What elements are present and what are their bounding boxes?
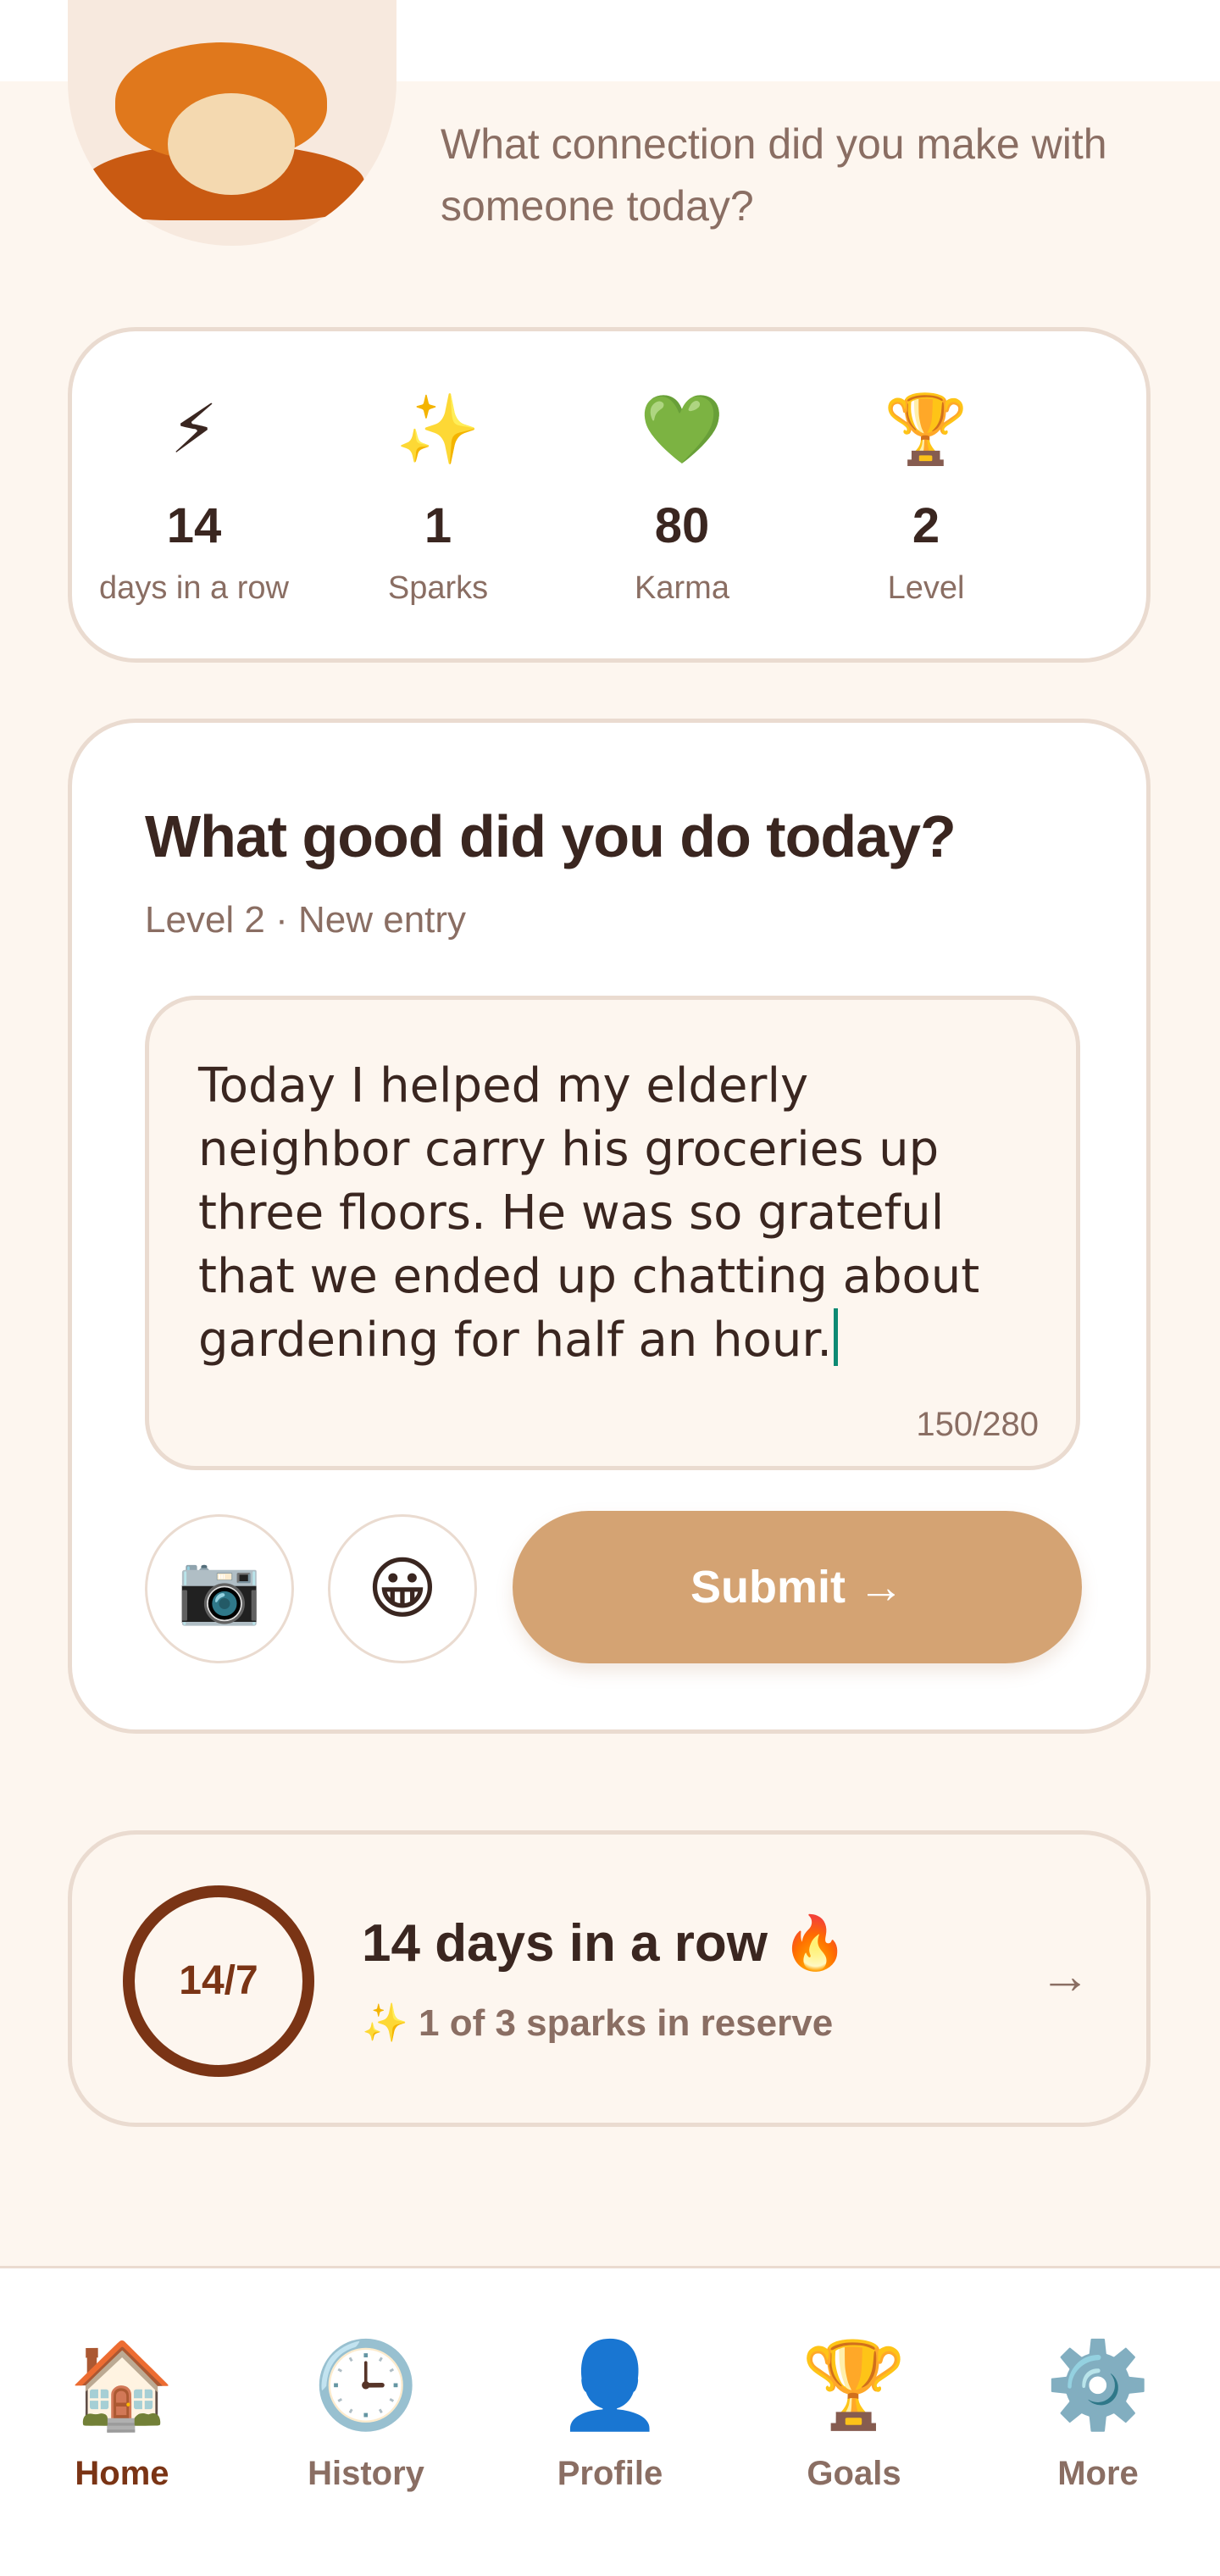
greeting-prompt: What connection did you make with someon… — [441, 120, 1107, 230]
nav-label: History — [308, 2455, 424, 2492]
nav-home[interactable]: 🏠 Home — [0, 2336, 244, 2506]
wifi-icon — [1023, 22, 1078, 59]
stat-label: days in a row — [99, 570, 289, 606]
battery-icon — [1098, 19, 1123, 61]
house-icon: 🏠 — [69, 2338, 175, 2433]
person-icon: 👤 — [557, 2338, 663, 2433]
streak-progress-ring: 14/7 — [123, 1885, 314, 2077]
streak-title: 14 days in a row 🔥 — [362, 1914, 848, 1973]
sparkles-icon: ✨ — [396, 391, 480, 467]
streak-subtitle: ✨ 1 of 3 sparks in reserve — [362, 2002, 834, 2044]
character-counter: 150/280 — [916, 1406, 1039, 1443]
stat-label: Level — [887, 570, 965, 606]
entry-text-value: Today I helped my elderly neighbor carry… — [198, 1058, 980, 1368]
entry-card: What good did you do today? Level 2 · Ne… — [68, 719, 1151, 1734]
stats-card: ⚡ 14 days in a row ✨ 1 Sparks 💚 80 Karma… — [68, 327, 1151, 663]
emoji-button[interactable]: 😀 — [328, 1514, 477, 1663]
lightning-icon: ⚡ — [169, 391, 219, 467]
stat-label: Sparks — [387, 570, 489, 606]
entry-text-content[interactable]: Today I helped my elderly neighbor carry… — [198, 1054, 1029, 1372]
stat-value: 14 — [166, 498, 222, 553]
stat-streak: ⚡ 14 days in a row — [72, 331, 316, 662]
streak-card[interactable]: 14/7 14 days in a row 🔥 ✨ 1 of 3 sparks … — [68, 1830, 1151, 2127]
camera-icon: 📷 — [177, 1551, 262, 1626]
nav-history[interactable]: 🕒 History — [244, 2336, 488, 2506]
stat-level: 🏆 2 Level — [804, 331, 1048, 662]
gear-icon: ⚙️ — [1045, 2338, 1151, 2433]
arrow-right-icon[interactable]: → — [1040, 1946, 1090, 2005]
mascot-avatar — [68, 0, 396, 246]
entry-subtitle: Level 2 · New entry — [145, 899, 467, 941]
green-heart-icon: 💚 — [640, 391, 724, 467]
stat-sparks: ✨ 1 Sparks — [316, 331, 560, 662]
nav-profile[interactable]: 👤 Profile — [488, 2336, 732, 2506]
stat-value: 1 — [424, 498, 452, 553]
nav-label: Profile — [557, 2455, 663, 2492]
entry-title: What good did you do today? — [145, 803, 957, 869]
stat-karma: 💚 80 Karma — [560, 331, 804, 662]
text-caret — [834, 1308, 839, 1366]
submit-button[interactable]: Submit → — [513, 1511, 1082, 1663]
mascot-belly — [168, 93, 295, 195]
stat-value: 80 — [654, 498, 710, 553]
camera-button[interactable]: 📷 — [145, 1514, 294, 1663]
nav-label: Goals — [807, 2455, 901, 2492]
nav-label: Home — [75, 2455, 169, 2492]
trophy-icon: 🏆 — [884, 391, 968, 467]
nav-goals[interactable]: 🏆 Goals — [732, 2336, 976, 2506]
entry-text-input[interactable]: Today I helped my elderly neighbor carry… — [145, 996, 1080, 1470]
stat-label: Karma — [635, 570, 729, 606]
bottom-navigation: 🏠 Home 🕒 History 👤 Profile 🏆 Goals ⚙️ Mo… — [0, 2266, 1220, 2576]
stat-value: 2 — [912, 498, 940, 553]
nav-label: More — [1057, 2455, 1139, 2492]
trophy-icon: 🏆 — [801, 2338, 907, 2433]
smiley-icon: 😀 — [367, 1551, 438, 1626]
nav-more[interactable]: ⚙️ More — [976, 2336, 1220, 2506]
clock-icon: 🕒 — [313, 2338, 419, 2433]
